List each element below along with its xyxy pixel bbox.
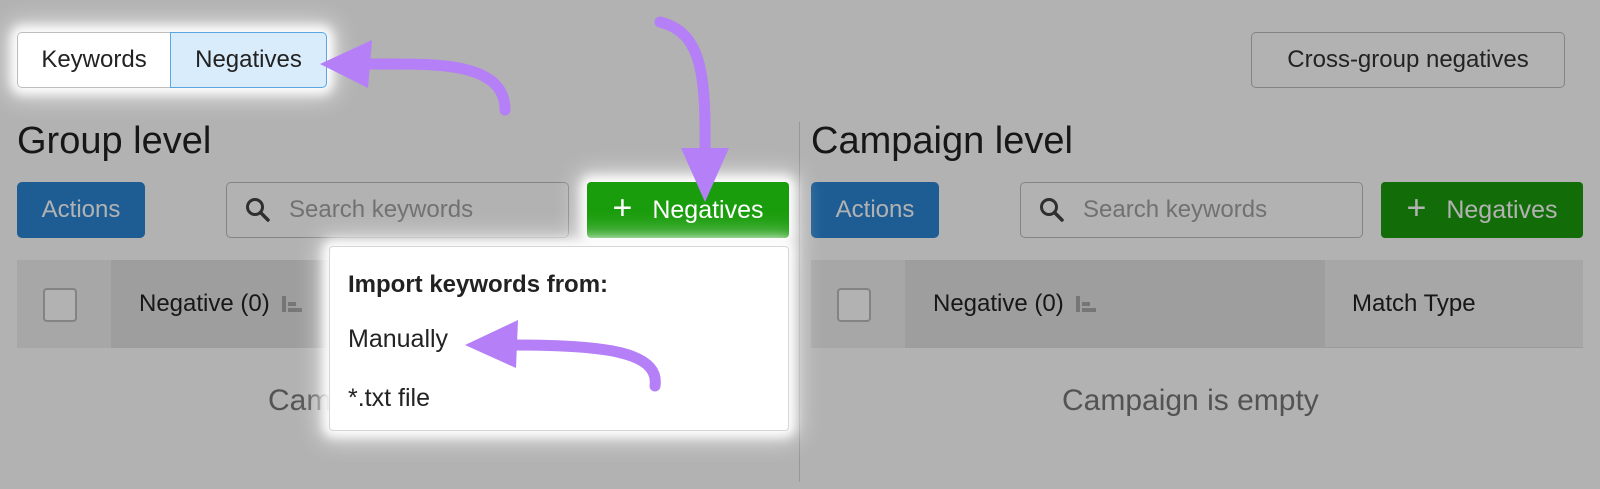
tab-keywords[interactable]: Keywords [17, 32, 171, 88]
keywords-negatives-toggle: Keywords Negatives [17, 32, 327, 88]
campaign-select-cell [811, 260, 905, 348]
plus-icon: + [1406, 189, 1427, 227]
group-select-all-checkbox[interactable] [43, 288, 77, 322]
campaign-search-input[interactable]: Search keywords [1020, 182, 1363, 238]
import-keywords-dropdown: Import keywords from: Manually *.txt fil… [329, 246, 789, 431]
campaign-add-negatives-label: Negatives [1446, 195, 1558, 224]
group-level-title: Group level [17, 120, 212, 162]
group-search-input[interactable]: Search keywords [226, 182, 569, 238]
sort-icon[interactable] [281, 294, 304, 314]
arrow-to-negatives-button [654, 16, 729, 202]
group-search-placeholder: Search keywords [289, 196, 474, 223]
search-icon [1040, 198, 1064, 222]
campaign-table-header: Negative (0) Match Type [811, 260, 1583, 348]
campaign-actions-button[interactable]: Actions [811, 182, 939, 238]
campaign-empty-text: Campaign is empty [1062, 384, 1319, 417]
arrow-to-negatives-tab [320, 40, 511, 116]
campaign-match-type-column-header[interactable]: Match Type [1352, 260, 1476, 348]
plus-icon: + [612, 189, 633, 227]
group-select-cell [17, 260, 111, 348]
campaign-select-all-checkbox[interactable] [837, 288, 871, 322]
group-add-negatives-button[interactable]: + Negatives [587, 182, 789, 238]
group-negative-column-label: Negative (0) [139, 290, 270, 317]
campaign-add-negatives-button[interactable]: + Negatives [1381, 182, 1583, 238]
cross-group-negatives-button[interactable]: Cross-group negatives [1251, 32, 1565, 88]
group-empty-text: Cam [268, 384, 332, 417]
dropdown-item-txt-file[interactable]: *.txt file [348, 384, 770, 413]
page: Cross-group negatives Group level Action… [0, 0, 1600, 489]
search-icon [246, 198, 270, 222]
tab-negatives[interactable]: Negatives [170, 32, 327, 88]
sort-icon[interactable] [1075, 294, 1098, 314]
campaign-level-title: Campaign level [811, 120, 1073, 162]
dropdown-item-manually[interactable]: Manually [348, 325, 770, 354]
dropdown-title: Import keywords from: [348, 271, 609, 298]
group-add-negatives-label: Negatives [652, 195, 764, 224]
panel-divider [799, 122, 800, 482]
campaign-negative-column-label: Negative (0) [933, 290, 1064, 317]
campaign-search-placeholder: Search keywords [1083, 196, 1268, 223]
campaign-negative-column-header[interactable]: Negative (0) [905, 260, 1325, 348]
group-actions-button[interactable]: Actions [17, 182, 145, 238]
